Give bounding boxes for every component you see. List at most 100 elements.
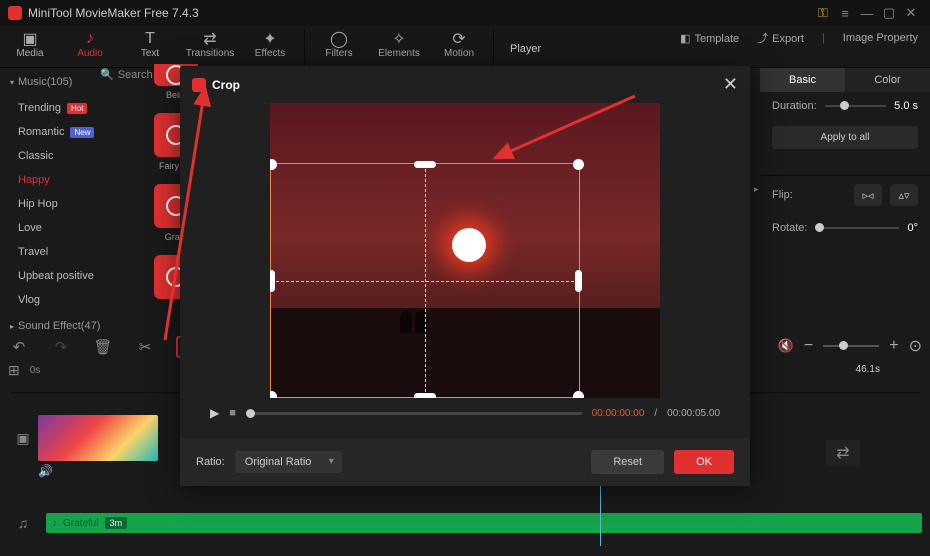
timeline-header: ⊞ 0s — [8, 362, 40, 379]
audio-icon: ♪ — [60, 30, 120, 48]
tab-motion-label: Motion — [429, 48, 489, 59]
maximize-icon[interactable]: ▢ — [878, 2, 900, 24]
sidebar-item-romantic[interactable]: RomanticNew — [0, 120, 130, 144]
crop-dialog-logo-icon — [192, 78, 206, 92]
reset-button[interactable]: Reset — [591, 450, 664, 474]
export-button[interactable]: ⤴Export — [757, 30, 804, 46]
video-track-icon: ▣ — [8, 430, 38, 447]
mute-icon[interactable]: 🔇 — [778, 338, 794, 354]
video-clip[interactable] — [38, 415, 158, 461]
crop-handle-nw[interactable] — [270, 159, 277, 170]
play-button[interactable]: ▶ — [210, 406, 219, 420]
timeline-time: 46.1s — [856, 364, 880, 375]
ratio-label: Ratio: — [196, 456, 225, 468]
sidebar-item-travel[interactable]: Travel — [0, 240, 130, 264]
swap-button[interactable]: ⇄ — [826, 440, 860, 466]
split-button[interactable]: ✂ — [134, 338, 156, 356]
add-track-icon[interactable]: ⊞ — [8, 362, 20, 379]
crop-handle-se[interactable] — [573, 391, 584, 398]
sidebar-item-happy[interactable]: Happy — [0, 168, 130, 192]
flip-horizontal-button[interactable]: ▹◃ — [854, 184, 882, 206]
rotate-value: 0° — [907, 222, 918, 234]
apply-to-all-button[interactable]: Apply to all — [772, 126, 918, 149]
crop-handle-e[interactable] — [575, 270, 582, 292]
sidebar-item-hiphop[interactable]: Hip Hop — [0, 192, 130, 216]
sidebar-item-trending[interactable]: TrendingHot — [0, 96, 130, 120]
flip-vertical-button[interactable]: ▵▿ — [890, 184, 918, 206]
tab-basic[interactable]: Basic — [760, 68, 845, 92]
duration-slider[interactable] — [825, 105, 887, 107]
app-title: MiniTool MovieMaker Free 7.4.3 — [28, 6, 199, 20]
main-toolbar: ▣ Media ♪ Audio T Text ⇄ Transitions ✦ E… — [0, 26, 930, 68]
track-volume-icon[interactable]: 🔊 — [38, 464, 53, 478]
sidebar-item-love[interactable]: Love — [0, 216, 130, 240]
timeline-start-label: 0s — [30, 365, 41, 376]
zoom-slider[interactable] — [823, 345, 879, 347]
menu-icon[interactable]: ≡ — [834, 2, 856, 24]
zoom-in-icon[interactable]: + — [889, 337, 898, 355]
tab-elements-label: Elements — [369, 48, 429, 59]
crop-time-total: 00:00:05.00 — [667, 408, 720, 419]
ok-button[interactable]: OK — [674, 450, 734, 474]
zoom-out-icon[interactable]: − — [804, 337, 813, 355]
search-icon: 🔍 — [100, 68, 114, 81]
undo-button[interactable]: ↶ — [8, 338, 30, 356]
crop-dialog: Crop ✕ ▶ ■ 00:00:00:00 / 00:00:05.00 Rat… — [180, 66, 750, 486]
tab-audio[interactable]: ♪ Audio — [60, 30, 120, 59]
transitions-icon: ⇄ — [180, 30, 240, 48]
elements-icon: ✧ — [369, 30, 429, 48]
tab-filters[interactable]: ◯ Filters — [309, 30, 369, 59]
redo-button[interactable]: ↷ — [50, 338, 72, 356]
image-property-label: Image Property — [843, 32, 918, 44]
sidebar-item-classic[interactable]: Classic — [0, 144, 130, 168]
app-logo-icon — [8, 6, 22, 20]
crop-handle-n[interactable] — [414, 161, 436, 168]
tab-transitions[interactable]: ⇄ Transitions — [180, 30, 240, 59]
tab-filters-label: Filters — [309, 48, 369, 59]
timeline-zoom: 🔇 − + ⊙ — [778, 336, 922, 356]
tab-elements[interactable]: ✧ Elements — [369, 30, 429, 59]
flip-label: Flip: — [772, 189, 793, 201]
duration-value: 5.0 s — [894, 100, 918, 112]
crop-handle-sw[interactable] — [270, 391, 277, 398]
crop-handle-ne[interactable] — [573, 159, 584, 170]
crop-handle-s[interactable] — [414, 393, 436, 398]
tab-transitions-label: Transitions — [180, 48, 240, 59]
sidebar-item-upbeat[interactable]: Upbeat positive — [0, 264, 130, 288]
audio-clip[interactable]: ♪ Grateful 3m — [46, 513, 922, 533]
effects-icon: ✦ — [240, 30, 300, 48]
motion-icon: ⟳ — [429, 30, 489, 48]
title-bar: MiniTool MovieMaker Free 7.4.3 ⚿ ≡ — ▢ ✕ — [0, 0, 930, 26]
delete-button[interactable]: 🗑 — [92, 338, 114, 356]
stop-button[interactable]: ■ — [229, 407, 236, 419]
tab-media-label: Media — [0, 48, 60, 59]
tab-media[interactable]: ▣ Media — [0, 30, 60, 59]
tab-motion[interactable]: ⟳ Motion — [429, 30, 489, 59]
duration-label: Duration: — [772, 100, 817, 112]
close-icon[interactable]: ✕ — [900, 2, 922, 24]
media-icon: ▣ — [0, 30, 60, 48]
rotate-slider[interactable] — [815, 227, 899, 229]
tab-audio-label: Audio — [60, 48, 120, 59]
crop-box[interactable] — [270, 163, 580, 398]
tab-color[interactable]: Color — [845, 68, 930, 92]
tab-effects-label: Effects — [240, 48, 300, 59]
audio-track-icon: ♫ — [8, 515, 38, 531]
sidebar-item-vlog[interactable]: Vlog — [0, 288, 130, 312]
ratio-select[interactable]: Original Ratio — [235, 451, 342, 473]
key-icon[interactable]: ⚿ — [812, 2, 834, 24]
minimize-icon[interactable]: — — [856, 2, 878, 24]
audio-clip-tag: 3m — [105, 517, 128, 529]
template-button[interactable]: ◧Template — [680, 32, 739, 45]
tab-effects[interactable]: ✦ Effects — [240, 30, 300, 59]
filters-icon: ◯ — [309, 30, 369, 48]
crop-handle-w[interactable] — [270, 270, 275, 292]
crop-dialog-title: Crop — [212, 78, 240, 92]
crop-dialog-close-button[interactable]: ✕ — [723, 74, 738, 95]
timeline-action-row: ↶ ↷ 🗑 ✂ ⛶ — [8, 336, 198, 358]
audio-track: ♫ ♪ Grateful 3m — [8, 510, 922, 536]
crop-preview[interactable] — [270, 103, 660, 398]
zoom-fit-icon[interactable]: ⊙ — [909, 336, 922, 356]
crop-seek-bar[interactable] — [246, 412, 582, 415]
tab-text[interactable]: T Text — [120, 30, 180, 59]
